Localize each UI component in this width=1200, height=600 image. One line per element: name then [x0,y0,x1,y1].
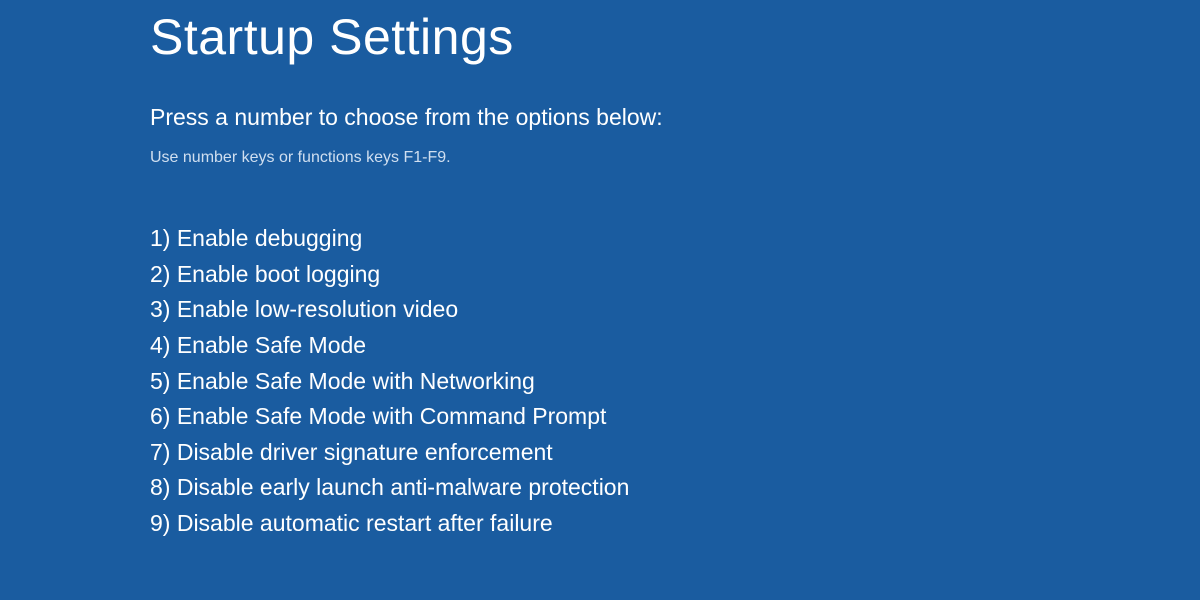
option-enable-debugging[interactable]: 1) Enable debugging [150,221,1200,257]
option-enable-safe-mode-networking[interactable]: 5) Enable Safe Mode with Networking [150,364,1200,400]
hint-text: Use number keys or functions keys F1-F9. [150,149,1200,167]
option-disable-driver-signature-enforcement[interactable]: 7) Disable driver signature enforcement [150,435,1200,471]
startup-settings-screen: Startup Settings Press a number to choos… [0,0,1200,542]
instruction-text: Press a number to choose from the option… [150,104,1200,131]
page-title: Startup Settings [150,8,1200,66]
option-disable-early-launch-anti-malware[interactable]: 8) Disable early launch anti-malware pro… [150,470,1200,506]
options-list: 1) Enable debugging 2) Enable boot loggi… [150,221,1200,542]
option-enable-low-resolution-video[interactable]: 3) Enable low-resolution video [150,292,1200,328]
option-disable-automatic-restart[interactable]: 9) Disable automatic restart after failu… [150,506,1200,542]
option-enable-safe-mode[interactable]: 4) Enable Safe Mode [150,328,1200,364]
option-enable-safe-mode-command-prompt[interactable]: 6) Enable Safe Mode with Command Prompt [150,399,1200,435]
option-enable-boot-logging[interactable]: 2) Enable boot logging [150,257,1200,293]
